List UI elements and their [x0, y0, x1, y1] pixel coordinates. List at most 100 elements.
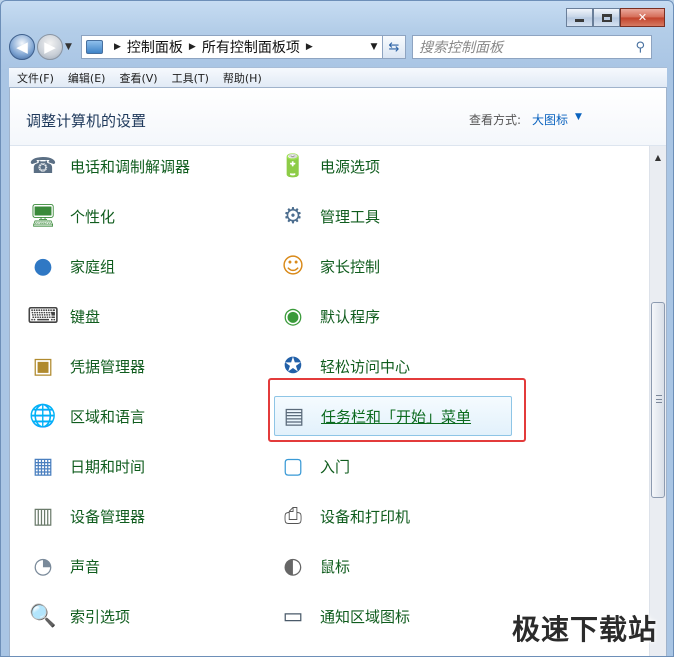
control-panel-item-label: 鼠标: [320, 557, 351, 576]
back-button[interactable]: ◀: [9, 34, 35, 60]
control-panel-item-label: 索引选项: [70, 607, 131, 626]
control-panel-item-label: 入门: [320, 457, 351, 476]
control-panel-item[interactable]: ⎙ 设备和打印机: [276, 496, 410, 536]
control-panel-item[interactable]: ▭ 通知区域图标: [276, 596, 410, 636]
recent-pages-dropdown[interactable]: ▼: [65, 42, 77, 52]
control-panel-item-label: 电源选项: [320, 157, 381, 176]
region-language-icon: 🌐: [29, 403, 57, 429]
control-panel-window: ✕ ◀ ▶ ▼ ▶ 控制面板 ▶ 所有控制面板项 ▶ ▼ ⇆ 搜索控制面板 ⚲ …: [0, 0, 674, 657]
control-panel-item[interactable]: 🌐 区域和语言: [26, 396, 145, 436]
control-panel-item-label: 设备和打印机: [320, 507, 411, 526]
indexing-options-icon: 🔍: [29, 603, 57, 629]
close-button[interactable]: ✕: [620, 8, 665, 27]
control-panel-item-label: 设备管理器: [70, 507, 146, 526]
control-panel-item[interactable]: 🖥 个性化: [26, 196, 115, 236]
homegroup-icon: ●: [33, 253, 53, 279]
power-options-icon: 🔋: [279, 153, 307, 179]
navigation-bar: ◀ ▶ ▼ ▶ 控制面板 ▶ 所有控制面板项 ▶ ▼ ⇆ 搜索控制面板 ⚲: [9, 31, 667, 63]
phone-modem-icon: ☎: [29, 153, 57, 179]
view-by-dropdown[interactable]: 大图标: [532, 111, 568, 128]
control-panel-item[interactable]: ⌨ 键盘: [26, 296, 100, 336]
control-panel-item[interactable]: ▥ 设备管理器: [26, 496, 145, 536]
content-pane: 调整计算机的设置 查看方式: 大图标 ▼ ☎ 电话和调制解调器 🔋 电源选项 🖥 个性化 ⚙…: [9, 87, 667, 656]
keyboard-icon: ⌨: [27, 303, 59, 329]
control-panel-item-label: 家长控制: [320, 257, 381, 276]
address-bar[interactable]: ▶ 控制面板 ▶ 所有控制面板项 ▶ ▼: [81, 35, 383, 59]
date-time-icon: ▦: [32, 453, 54, 479]
scroll-up-button[interactable]: ▲: [650, 149, 666, 166]
control-panel-item[interactable]: ● 家庭组: [26, 246, 115, 286]
forward-arrow-icon: ▶: [44, 38, 56, 56]
breadcrumb-separator-icon[interactable]: ▶: [114, 42, 121, 52]
control-panel-item-label: 区域和语言: [70, 407, 146, 426]
breadcrumb-separator-icon[interactable]: ▶: [189, 42, 196, 52]
scroll-thumb[interactable]: [651, 302, 665, 498]
highlight-annotation-box: [268, 378, 526, 442]
menu-edit[interactable]: 编辑(E): [68, 70, 106, 86]
forward-button[interactable]: ▶: [37, 34, 63, 60]
breadcrumb-separator-icon[interactable]: ▶: [306, 42, 313, 52]
control-panel-item-label: 家庭组: [70, 257, 116, 276]
control-panel-item[interactable]: ☺ 家长控制: [276, 246, 380, 286]
getting-started-icon: ▢: [282, 453, 304, 479]
notification-area-icon: ▭: [282, 603, 304, 629]
control-panel-item[interactable]: 🔍 索引选项: [26, 596, 130, 636]
device-manager-icon: ▥: [32, 503, 54, 529]
minimize-button[interactable]: [566, 8, 593, 27]
control-panel-item-label: 键盘: [70, 307, 101, 326]
control-panel-item[interactable]: 🔋 电源选项: [276, 146, 380, 186]
default-programs-icon: ◉: [283, 303, 303, 329]
control-panel-item-label: 凭据管理器: [70, 357, 146, 376]
refresh-button[interactable]: ⇆: [382, 35, 406, 59]
control-panel-item-label: 管理工具: [320, 207, 381, 226]
control-panel-item-label: 轻松访问中心: [320, 357, 411, 376]
maximize-button[interactable]: [593, 8, 620, 27]
control-panel-icon: [86, 40, 103, 54]
credential-manager-icon: ▣: [32, 353, 54, 379]
control-panel-item-label: 声音: [70, 557, 101, 576]
breadcrumb-control-panel[interactable]: 控制面板: [127, 37, 183, 57]
breadcrumb-all-items[interactable]: 所有控制面板项: [202, 37, 300, 57]
refresh-icon: ⇆: [388, 39, 400, 55]
menu-view[interactable]: 查看(V): [119, 70, 157, 86]
admin-tools-icon: ⚙: [283, 203, 303, 229]
control-panel-item[interactable]: ▣ 凭据管理器: [26, 346, 145, 386]
control-panel-item-label: 通知区域图标: [320, 607, 411, 626]
mouse-icon: ◐: [283, 553, 303, 579]
control-panel-item-label: 电话和调制解调器: [70, 157, 191, 176]
search-box[interactable]: 搜索控制面板 ⚲: [412, 35, 652, 59]
page-title: 调整计算机的设置: [26, 112, 147, 130]
vertical-scrollbar[interactable]: ▲: [649, 146, 666, 656]
control-panel-item-label: 默认程序: [320, 307, 381, 326]
maximize-icon: [601, 13, 612, 22]
control-panel-item[interactable]: ◐ 鼠标: [276, 546, 350, 586]
control-panel-item-label: 个性化: [70, 207, 116, 226]
control-panel-item[interactable]: ☎ 电话和调制解调器: [26, 146, 190, 186]
control-panel-item[interactable]: ▢ 入门: [276, 446, 350, 486]
close-icon: ✕: [637, 11, 648, 24]
menu-tools[interactable]: 工具(T): [172, 70, 209, 86]
scroll-grip-icon: [656, 395, 662, 403]
parental-controls-icon: ☺: [281, 253, 305, 279]
control-panel-item[interactable]: ◉ 默认程序: [276, 296, 380, 336]
content-header: 调整计算机的设置 查看方式: 大图标 ▼: [10, 88, 666, 146]
chevron-down-icon[interactable]: ▼: [575, 112, 582, 122]
minimize-icon: [575, 19, 584, 22]
sound-icon: ◔: [33, 553, 53, 579]
menu-file[interactable]: 文件(F): [17, 70, 54, 86]
control-panel-item[interactable]: ▦ 日期和时间: [26, 446, 145, 486]
search-icon[interactable]: ⚲: [635, 40, 645, 55]
search-input[interactable]: 搜索控制面板: [419, 37, 635, 57]
view-by-label: 查看方式:: [469, 113, 522, 127]
menu-help[interactable]: 帮助(H): [223, 70, 262, 86]
scroll-up-icon: ▲: [654, 153, 662, 162]
control-panel-item[interactable]: ⚙ 管理工具: [276, 196, 380, 236]
caption-buttons: ✕: [566, 8, 665, 27]
control-panel-item-label: 日期和时间: [70, 457, 146, 476]
devices-printers-icon: ⎙: [284, 503, 302, 529]
personalization-icon: 🖥: [29, 203, 57, 229]
control-panel-item[interactable]: ◔ 声音: [26, 546, 100, 586]
address-dropdown[interactable]: ▼: [366, 42, 382, 52]
back-arrow-icon: ◀: [16, 38, 28, 56]
menu-bar: 文件(F) 编辑(E) 查看(V) 工具(T) 帮助(H): [9, 67, 667, 87]
